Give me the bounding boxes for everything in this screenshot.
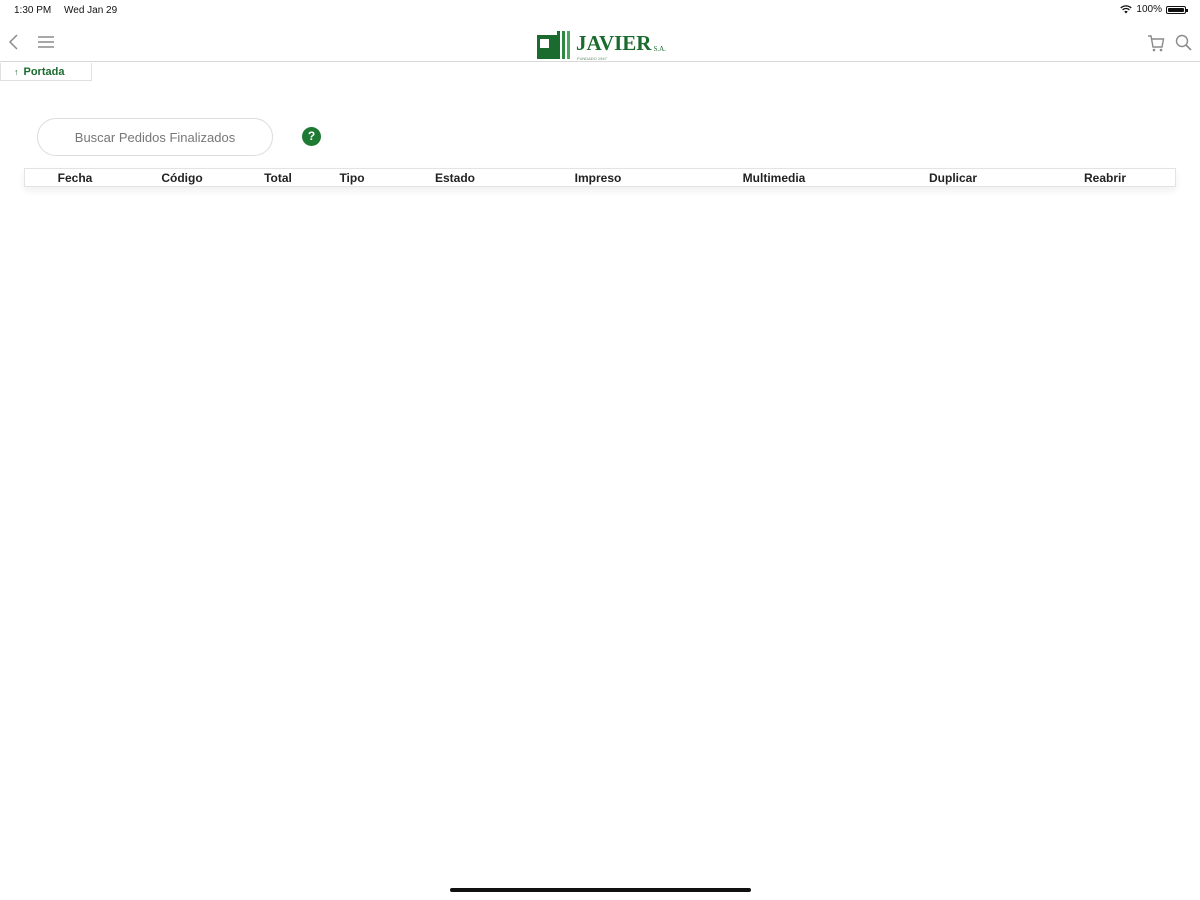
back-icon[interactable]	[6, 33, 22, 51]
cart-icon[interactable]	[1146, 33, 1166, 53]
logo-text: JAVIER	[576, 31, 652, 55]
breadcrumb-label: Portada	[23, 65, 65, 78]
logo-mark-icon	[537, 31, 570, 59]
home-indicator[interactable]	[450, 888, 751, 892]
battery-percent: 100%	[1136, 4, 1162, 15]
breadcrumb[interactable]: ↑ Portada	[0, 63, 92, 81]
search-icon[interactable]	[1174, 33, 1194, 53]
column-header-multimedia[interactable]: Multimedia	[743, 171, 806, 185]
column-header-duplicar[interactable]: Duplicar	[929, 171, 977, 185]
battery-icon	[1166, 5, 1188, 14]
status-right: 100%	[1120, 4, 1188, 15]
status-bar: 1:30 PM Wed Jan 29 100%	[0, 0, 1200, 22]
brand-logo[interactable]: JAVIER S.A. FUNDADO 1947	[537, 29, 666, 61]
logo-tagline: FUNDADO 1947	[577, 56, 607, 61]
column-header-impreso[interactable]: Impreso	[575, 171, 622, 185]
nav-bar: JAVIER S.A. FUNDADO 1947	[0, 24, 1200, 62]
breadcrumb-arrow-icon: ↑	[14, 66, 19, 77]
wifi-icon	[1120, 5, 1133, 14]
status-date: Wed Jan 29	[64, 5, 118, 16]
column-header-tipo[interactable]: Tipo	[339, 171, 364, 185]
column-header-estado[interactable]: Estado	[435, 171, 475, 185]
search-orders-input[interactable]	[37, 118, 273, 156]
help-button[interactable]: ?	[302, 127, 321, 146]
orders-table: Fecha Código Total Tipo Estado Impreso M…	[24, 168, 1176, 187]
logo-suffix: S.A.	[653, 45, 666, 53]
column-header-fecha[interactable]: Fecha	[58, 171, 93, 185]
column-header-total[interactable]: Total	[264, 171, 292, 185]
menu-icon[interactable]	[36, 33, 56, 51]
status-time: 1:30 PM	[14, 5, 52, 16]
column-header-reabrir[interactable]: Reabrir	[1084, 171, 1126, 185]
column-header-codigo[interactable]: Código	[161, 171, 202, 185]
